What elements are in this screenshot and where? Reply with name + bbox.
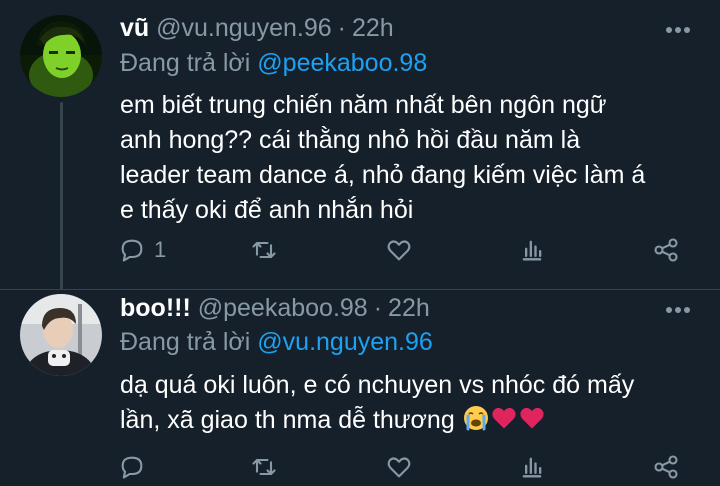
separator-dot: · — [373, 294, 383, 322]
reply-count: 1 — [154, 237, 167, 262]
avatar[interactable] — [20, 15, 102, 97]
tweet-text-line: dạ quá oki luôn, e có nchuyen vs nhóc đó… — [120, 371, 635, 399]
red-heart-emoji — [518, 404, 546, 442]
analytics-button[interactable] — [518, 235, 546, 265]
retweet-button[interactable] — [250, 452, 286, 482]
replying-to-label: Đang trả lời — [120, 49, 258, 77]
tweet-text: dạ quá oki luôn, e có nchuyen vs nhóc đó… — [120, 368, 700, 442]
reply-icon — [121, 456, 143, 479]
action-bar — [0, 452, 720, 482]
separator-dot: · — [337, 14, 346, 42]
display-name[interactable]: boo!!! — [120, 294, 191, 322]
timestamp[interactable]: 22h — [352, 14, 394, 42]
tweet-text-line: e thấy oki để anh nhắn hỏi — [120, 196, 414, 224]
tweet-text-line: em biết trung chiến năm nhất bên ngôn ng… — [120, 91, 607, 119]
tweet-header: boo!!! @peekaboo.98 · 22h — [120, 294, 430, 323]
more-icon[interactable] — [666, 27, 690, 35]
like-icon — [387, 457, 411, 478]
share-icon — [654, 455, 678, 479]
analytics-button[interactable] — [518, 452, 546, 482]
more-icon[interactable] — [666, 307, 690, 315]
user-handle[interactable]: @peekaboo.98 — [198, 294, 368, 322]
replying-to-label: Đang trả lời — [120, 328, 258, 356]
tweet-1[interactable]: vũ @vu.nguyen.96 · 22h Đang trả lời @peeka… — [0, 0, 720, 290]
tweet-header: vũ @vu.nguyen.96 · 22h — [120, 14, 394, 43]
tweet-text-line: leader team dance á, nhỏ đang kiếm việc … — [120, 161, 646, 189]
tweet-text-segment: lần, xã giao th nma dễ thương — [120, 406, 455, 434]
like-icon — [387, 240, 411, 261]
timestamp[interactable]: 22h — [388, 294, 430, 322]
retweet-icon — [252, 458, 276, 476]
user-handle[interactable]: @vu.nguyen.96 — [156, 14, 332, 42]
avatar[interactable] — [20, 294, 102, 376]
share-icon — [654, 238, 678, 262]
mention-link[interactable]: @vu.nguyen.96 — [257, 328, 433, 356]
crying-face-emoji — [462, 404, 490, 442]
reply-button[interactable]: 1 — [118, 235, 166, 265]
display-name[interactable]: vũ — [120, 14, 149, 42]
share-button[interactable] — [652, 235, 680, 265]
tweet-text: em biết trung chiến năm nhất bên ngôn ng… — [120, 88, 700, 228]
tweet-text-line: anh hong?? cái thằng nhỏ hồi đầu năm là — [120, 126, 581, 154]
reply-button[interactable] — [118, 452, 154, 482]
retweet-icon — [252, 241, 276, 259]
mention-link[interactable]: @peekaboo.98 — [257, 49, 427, 77]
tweet-text-line: lần, xã giao th nma dễ thương — [120, 403, 700, 442]
reply-icon — [121, 239, 143, 262]
analytics-icon — [522, 457, 542, 478]
like-button[interactable] — [385, 452, 421, 482]
tweet-2[interactable]: boo!!! @peekaboo.98 · 22h Đang trả lời @vu… — [0, 290, 720, 486]
replying-to: Đang trả lời @peekaboo.98 — [120, 49, 427, 78]
share-button[interactable] — [652, 452, 680, 482]
analytics-icon — [522, 240, 542, 261]
action-bar: 1 — [0, 235, 720, 265]
red-heart-emoji — [490, 404, 518, 442]
retweet-button[interactable] — [250, 235, 286, 265]
like-button[interactable] — [385, 235, 421, 265]
replying-to: Đang trả lời @vu.nguyen.96 — [120, 328, 433, 357]
